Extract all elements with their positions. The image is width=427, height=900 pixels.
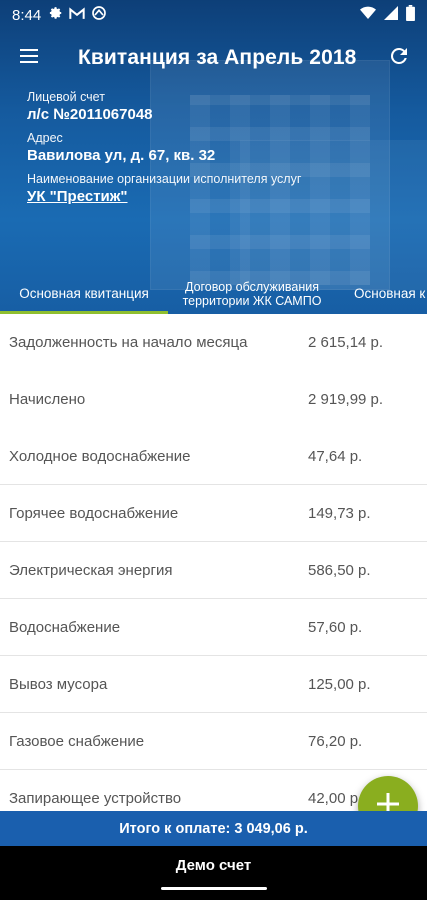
tab-label: Основная к xyxy=(354,286,426,301)
menu-icon xyxy=(20,48,38,68)
tab-bar: Основная квитанция Договор обслуживания … xyxy=(0,274,427,314)
service-name: Горячее водоснабжение xyxy=(9,504,179,522)
app-icon xyxy=(91,5,107,25)
row-amount: 2 919,99 р. xyxy=(308,391,384,408)
tab-label-line1: Договор обслуживания xyxy=(184,280,319,294)
gmail-icon xyxy=(69,6,85,24)
row-amount: 2 615,14 р. xyxy=(308,334,384,351)
receipt-list: Задолженность на начало месяца 2 615,14 … xyxy=(0,314,427,827)
total-bar: Итого к оплате: 3 049,06 р. xyxy=(0,811,427,846)
account-label: Лицевой счет xyxy=(27,90,105,104)
summary-row-debt: Задолженность на начало месяца 2 615,14 … xyxy=(0,314,427,371)
service-name: Вывоз мусора xyxy=(9,675,108,693)
tab-main-receipt-2[interactable]: Основная к xyxy=(336,274,427,314)
account-value: л/с №2011067048 xyxy=(27,106,153,123)
menu-button[interactable] xyxy=(0,36,58,80)
service-name: Запирающее устройство xyxy=(9,789,182,807)
gesture-handle xyxy=(160,887,267,890)
service-row[interactable]: Газовое снабжение 76,20 р. xyxy=(0,713,427,770)
bottom-nav: Демо счет xyxy=(0,846,427,900)
service-row[interactable]: Горячее водоснабжение 149,73 р. xyxy=(0,485,427,542)
service-row[interactable]: Водоснабжение 57,60 р. xyxy=(0,599,427,656)
service-name: Электрическая энергия xyxy=(9,561,173,579)
service-amount: 57,60 р. xyxy=(308,618,363,636)
app-bar: Квитанция за Апрель 2018 xyxy=(0,36,427,80)
service-name: Водоснабжение xyxy=(9,618,121,636)
service-amount: 42,00 р. xyxy=(308,789,363,807)
service-name: Газовое снабжение xyxy=(9,732,145,750)
refresh-button[interactable] xyxy=(371,36,427,80)
tab-label: Договор обслуживания территории ЖК САМПО xyxy=(183,280,322,308)
address-label: Адрес xyxy=(27,131,63,145)
summary-row-charged: Начислено 2 919,99 р. xyxy=(0,371,427,428)
row-name: Задолженность на начало месяца xyxy=(9,334,248,351)
service-row[interactable]: Электрическая энергия 586,50 р. xyxy=(0,542,427,599)
service-amount: 125,00 р. xyxy=(308,675,371,693)
service-amount: 47,64 р. xyxy=(308,447,363,465)
battery-icon xyxy=(406,5,415,25)
demo-account-label[interactable]: Демо счет xyxy=(176,857,251,874)
status-bar: 8:44 xyxy=(0,0,427,30)
tab-label-line2: территории ЖК САМПО xyxy=(182,294,322,308)
wifi-icon xyxy=(360,6,376,24)
page-title: Квитанция за Апрель 2018 xyxy=(78,46,357,69)
gear-icon xyxy=(49,6,63,24)
service-amount: 586,50 р. xyxy=(308,561,371,579)
service-amount: 76,20 р. xyxy=(308,732,363,750)
signal-icon xyxy=(384,6,398,24)
address-value: Вавилова ул, д. 67, кв. 32 xyxy=(27,147,216,164)
status-time: 8:44 xyxy=(12,6,42,24)
tab-service-contract[interactable]: Договор обслуживания территории ЖК САМПО xyxy=(168,274,336,314)
tab-main-receipt[interactable]: Основная квитанция xyxy=(0,274,168,314)
org-label: Наименование организации исполнителя усл… xyxy=(27,172,302,186)
tab-label: Основная квитанция xyxy=(19,286,149,301)
refresh-icon xyxy=(387,44,411,73)
row-name: Начислено xyxy=(9,391,86,408)
account-info: Лицевой счет л/с №2011067048 Адрес Вавил… xyxy=(27,90,301,205)
service-name: Холодное водоснабжение xyxy=(9,447,191,465)
service-row[interactable]: Вывоз мусора 125,00 р. xyxy=(0,656,427,713)
service-amount: 149,73 р. xyxy=(308,504,371,522)
total-label: Итого к оплате: 3 049,06 р. xyxy=(119,820,308,837)
org-link[interactable]: УК "Престиж" xyxy=(27,188,301,205)
service-row[interactable]: Холодное водоснабжение 47,64 р. xyxy=(0,428,427,485)
